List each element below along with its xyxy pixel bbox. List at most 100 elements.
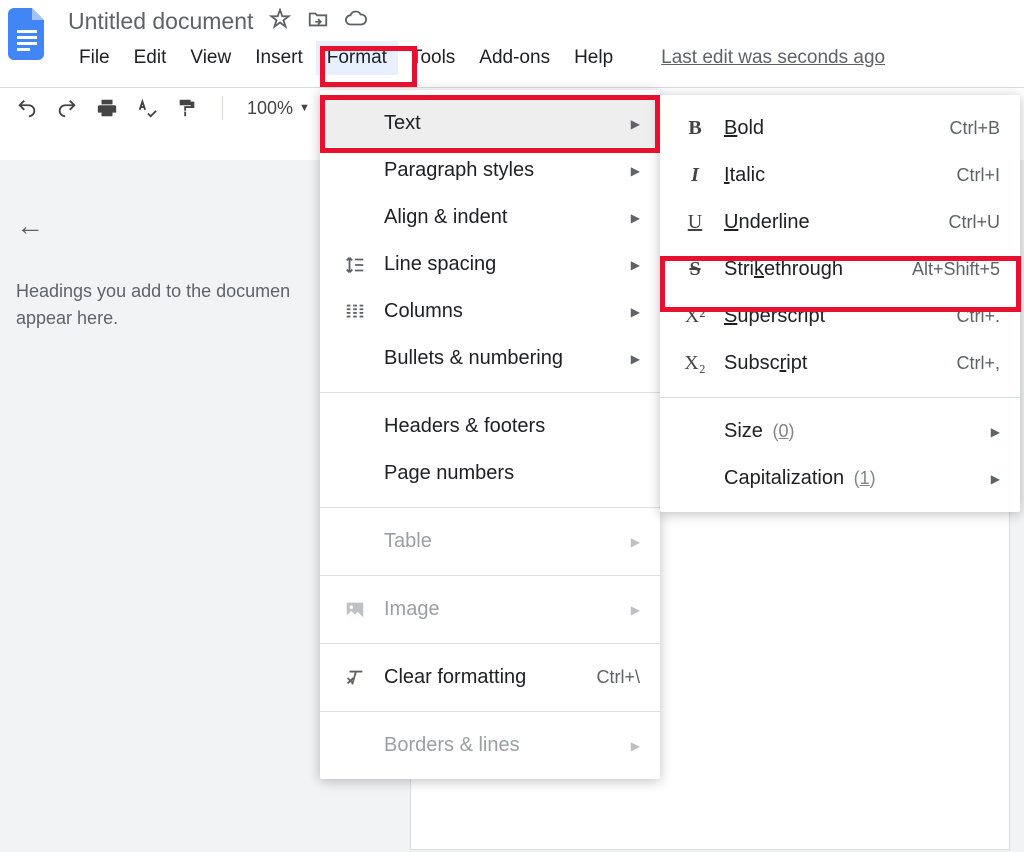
print-icon[interactable]: [96, 97, 118, 119]
outline-collapse-icon[interactable]: ←: [16, 210, 44, 242]
submenu-arrow-icon: ▶: [631, 739, 640, 753]
paint-format-icon[interactable]: [176, 97, 198, 119]
image-icon: [342, 599, 368, 621]
menu-shortcut: Ctrl+,: [956, 353, 1000, 374]
menu-item-label: Italic: [724, 164, 956, 187]
format-item-clear-formatting[interactable]: Clear formattingCtrl+\: [320, 654, 660, 701]
submenu-arrow-icon: ▶: [991, 425, 1000, 439]
submenu-arrow-icon: ▶: [631, 164, 640, 178]
menu-shortcut: Ctrl+.: [956, 306, 1000, 327]
menu-insert[interactable]: Insert: [244, 41, 314, 75]
format-item-borders-lines: Borders & lines ▶: [320, 722, 660, 769]
subscript-icon: X₂: [682, 352, 708, 375]
format-dropdown: Text▶Paragraph styles▶Align & indent▶Lin…: [320, 90, 660, 779]
menu-help[interactable]: Help: [563, 41, 624, 75]
menubar: File Edit View Insert Format Tools Add-o…: [68, 41, 1024, 75]
outline-panel: ← Headings you add to the documen appear…: [16, 210, 316, 332]
menu-format[interactable]: Format: [316, 41, 398, 75]
format-item-align-indent[interactable]: Align & indent ▶: [320, 194, 660, 241]
superscript-icon: X²: [682, 305, 708, 328]
underline-icon: U: [682, 211, 708, 234]
bold-icon: B: [682, 117, 708, 140]
line-spacing-icon: [342, 254, 368, 276]
move-icon[interactable]: [307, 8, 329, 35]
menu-separator: [320, 392, 660, 393]
outline-placeholder-text: Headings you add to the documen appear h…: [16, 278, 316, 332]
menu-shortcut: Alt+Shift+5: [912, 259, 1000, 280]
menu-item-label: Clear formatting: [384, 666, 596, 689]
format-item-columns[interactable]: Columns ▶: [320, 288, 660, 335]
menu-item-label: Superscript: [724, 305, 956, 328]
menu-addons[interactable]: Add-ons: [468, 41, 561, 75]
menu-shortcut: Ctrl+B: [949, 118, 1000, 139]
zoom-value: 100%: [247, 98, 293, 119]
format-item-headers-footers[interactable]: Headers & footers: [320, 403, 660, 450]
submenu-arrow-icon: ▶: [631, 211, 640, 225]
menu-item-label: Subscript: [724, 352, 956, 375]
menu-view[interactable]: View: [179, 41, 242, 75]
menu-shortcut: Ctrl+\: [596, 667, 640, 688]
format-item-page-numbers[interactable]: Page numbers: [320, 450, 660, 497]
toolbar-separator: [222, 96, 223, 120]
submenu-arrow-icon: ▶: [631, 305, 640, 319]
redo-icon[interactable]: [56, 97, 78, 119]
menu-item-label: Bullets & numbering: [384, 347, 621, 370]
text-item-size[interactable]: Size (0) ▶: [660, 408, 1020, 455]
format-item-bullets-numbering[interactable]: Bullets & numbering ▶: [320, 335, 660, 382]
menu-item-label: Image: [384, 598, 621, 621]
menu-file[interactable]: File: [68, 41, 121, 75]
menu-separator: [320, 575, 660, 576]
last-edit-link[interactable]: Last edit was seconds ago: [661, 47, 885, 69]
menu-item-label: Borders & lines: [384, 734, 621, 757]
menu-item-label: Paragraph styles: [384, 159, 621, 182]
menu-item-label: Text: [384, 112, 621, 135]
menu-separator: [660, 397, 1020, 398]
text-item-strikethrough[interactable]: S StrikethroughAlt+Shift+5: [660, 246, 1020, 293]
text-item-underline[interactable]: U UnderlineCtrl+U: [660, 199, 1020, 246]
format-item-table: Table ▶: [320, 518, 660, 565]
menu-item-label: Align & indent: [384, 206, 621, 229]
submenu-arrow-icon: ▶: [631, 603, 640, 617]
italic-icon: I: [682, 164, 708, 187]
menu-item-label: Size (0): [724, 420, 981, 443]
star-icon[interactable]: [269, 8, 291, 35]
columns-icon: [342, 301, 368, 323]
menu-separator: [320, 507, 660, 508]
menu-item-label: Columns: [384, 300, 621, 323]
menu-item-label: Table: [384, 530, 621, 553]
menu-shortcut: Ctrl+I: [956, 165, 1000, 186]
menu-item-label: Underline: [724, 211, 948, 234]
submenu-arrow-icon: ▶: [631, 535, 640, 549]
format-item-line-spacing[interactable]: Line spacing ▶: [320, 241, 660, 288]
menu-tools[interactable]: Tools: [400, 41, 466, 75]
submenu-arrow-icon: ▶: [631, 258, 640, 272]
submenu-arrow-icon: ▶: [631, 117, 640, 131]
menu-item-label: Capitalization (1): [724, 467, 981, 490]
docs-logo-icon[interactable]: [8, 8, 48, 60]
strikethrough-icon: S: [682, 258, 708, 281]
format-item-text[interactable]: Text ▶: [320, 100, 660, 147]
clear-format-icon: [342, 667, 368, 689]
zoom-selector[interactable]: 100%▼: [247, 98, 310, 119]
menu-item-label: Strikethrough: [724, 258, 912, 281]
menu-separator: [320, 643, 660, 644]
text-submenu: B BoldCtrl+B I ItalicCtrl+I U UnderlineCtrl+U…: [660, 95, 1020, 512]
menu-item-label: Bold: [724, 117, 949, 140]
menu-shortcut: Ctrl+U: [948, 212, 1000, 233]
undo-icon[interactable]: [16, 97, 38, 119]
document-title[interactable]: Untitled document: [68, 8, 253, 35]
menu-item-label: Headers & footers: [384, 415, 640, 438]
submenu-arrow-icon: ▶: [991, 472, 1000, 486]
text-item-bold[interactable]: B BoldCtrl+B: [660, 105, 1020, 152]
format-item-paragraph-styles[interactable]: Paragraph styles ▶: [320, 147, 660, 194]
menu-item-label: Line spacing: [384, 253, 621, 276]
cloud-status-icon[interactable]: [345, 8, 367, 35]
submenu-arrow-icon: ▶: [631, 352, 640, 366]
text-item-capitalization[interactable]: Capitalization (1) ▶: [660, 455, 1020, 502]
text-item-subscript[interactable]: X₂ SubscriptCtrl+,: [660, 340, 1020, 387]
spellcheck-icon[interactable]: [136, 97, 158, 119]
menu-edit[interactable]: Edit: [123, 41, 178, 75]
text-item-italic[interactable]: I ItalicCtrl+I: [660, 152, 1020, 199]
menu-item-label: Page numbers: [384, 462, 640, 485]
text-item-superscript[interactable]: X² SuperscriptCtrl+.: [660, 293, 1020, 340]
